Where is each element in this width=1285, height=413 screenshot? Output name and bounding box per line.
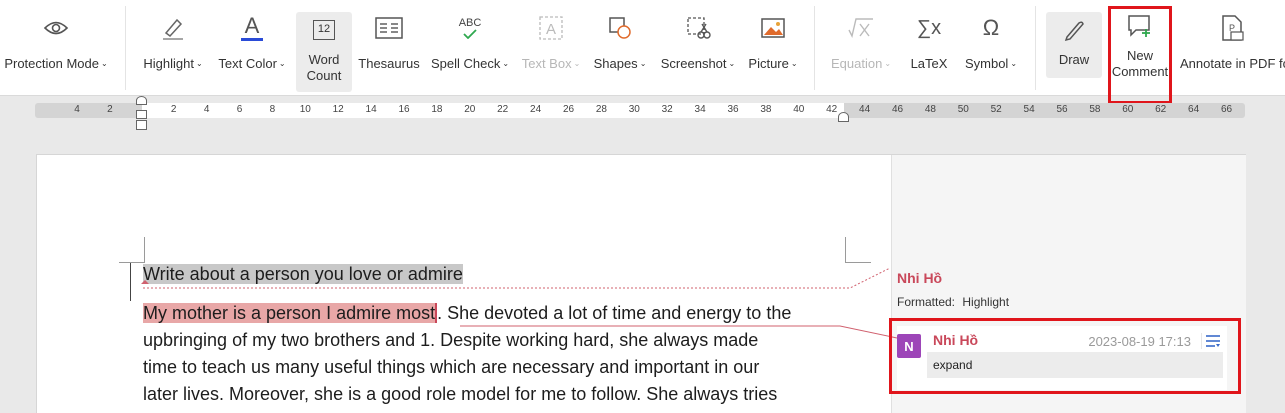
- comment-highlight-box: [889, 318, 1241, 394]
- revision-formatted-label: Formatted:: [897, 295, 956, 309]
- revision-format-info: Formatted: Highlight: [897, 295, 1009, 309]
- revision-formatted-value: Highlight: [962, 295, 1010, 309]
- revision-author: Nhi Hồ: [897, 270, 943, 286]
